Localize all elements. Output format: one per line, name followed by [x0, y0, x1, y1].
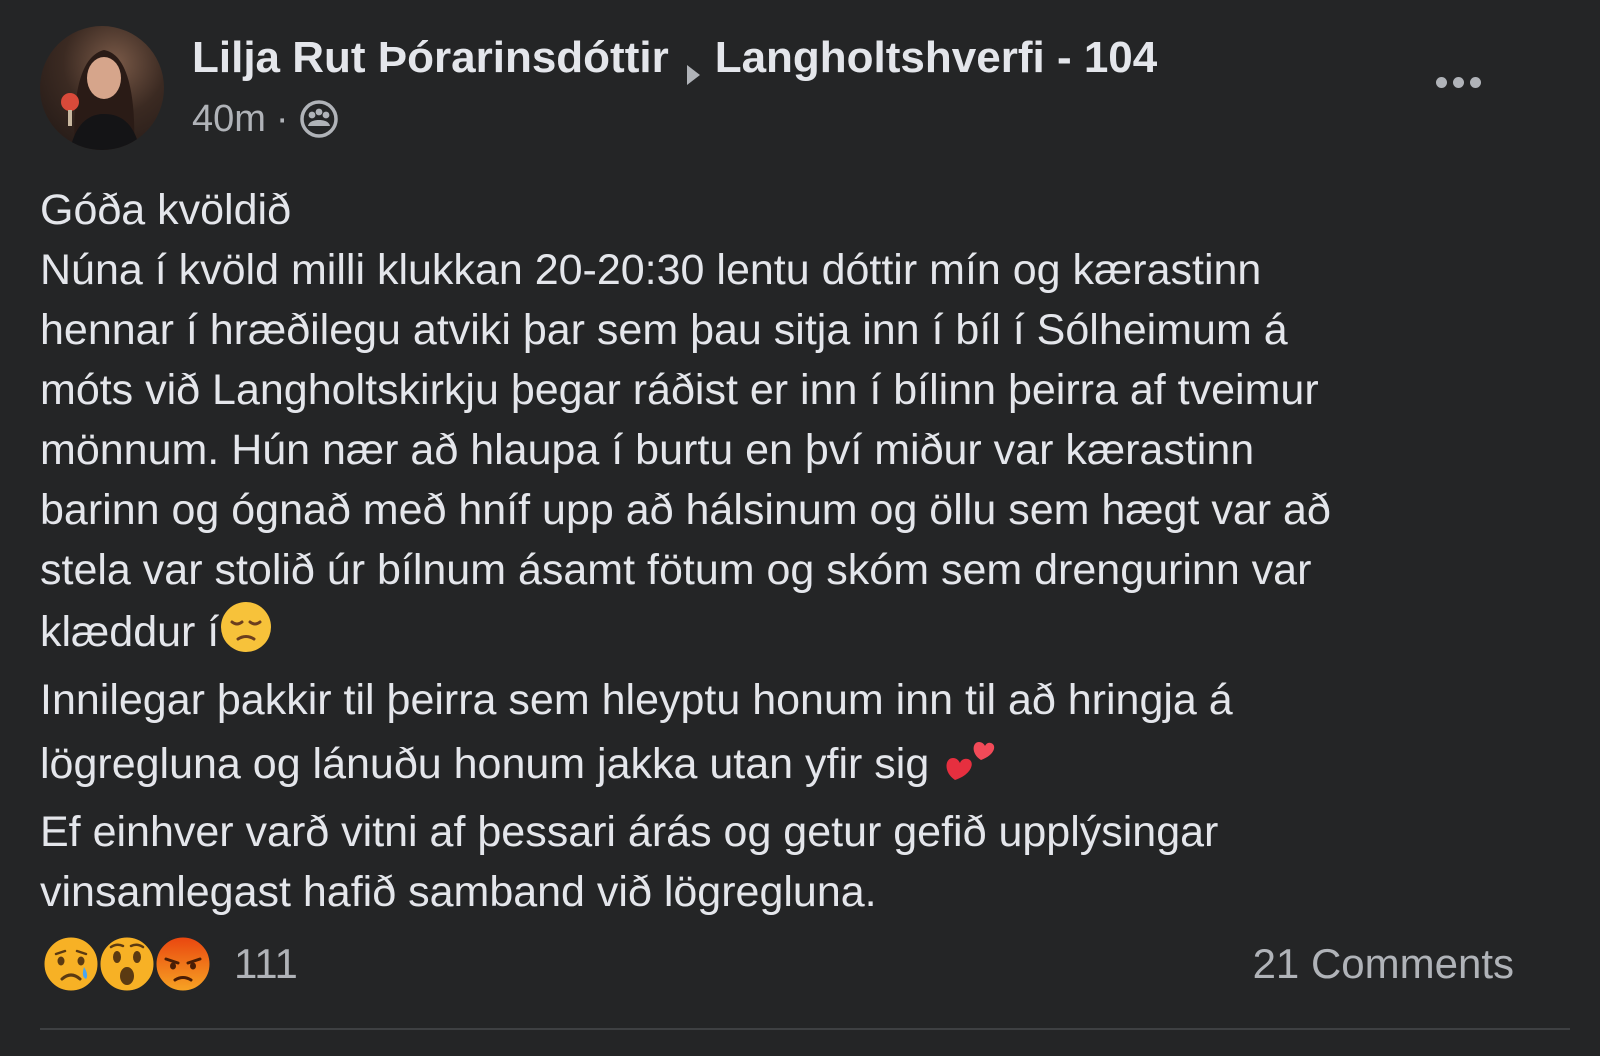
post-line-text: klæddur í — [40, 608, 220, 656]
author-avatar[interactable] — [40, 26, 164, 150]
group-name[interactable]: Langholtshverfi - 104 — [715, 33, 1158, 83]
angry-reaction-icon — [152, 933, 214, 995]
reactions-summary[interactable]: 111 — [40, 932, 298, 996]
reaction-count: 111 — [234, 940, 298, 987]
post-meta: 40m · — [192, 94, 339, 144]
wow-reaction-icon — [96, 933, 158, 995]
post-header: Lilja Rut Þórarinsdóttir Langholtshverfi… — [192, 30, 1157, 86]
post-line: Núna í kvöld milli klukkan 20-20:30 lent… — [40, 246, 1262, 294]
more-options-icon[interactable] — [1424, 62, 1492, 102]
post-line-with-emoji: klæddur í — [40, 600, 1570, 670]
post-line: Innilegar þakkir til þeirra sem hleyptu … — [40, 676, 1233, 724]
arrow-right-icon — [685, 47, 701, 85]
post-line-text: lögregluna og lánuðu honum jakka utan yf… — [40, 740, 942, 788]
pensive-face-emoji — [219, 600, 273, 670]
two-hearts-emoji — [941, 730, 997, 802]
post-timestamp[interactable]: 40m — [192, 98, 266, 141]
avatar-photo-icon — [61, 50, 140, 150]
meta-separator: · — [275, 97, 289, 140]
post-line: Ef einhver varð vitni af þessari árás og… — [40, 808, 1219, 856]
post-line: móts við Langholtskirkju þegar ráðist er… — [40, 366, 1319, 414]
post-card: Lilja Rut Þórarinsdóttir Langholtshverfi… — [0, 0, 1600, 1056]
post-line: mönnum. Hún nær að hlaupa í burtu en því… — [40, 426, 1255, 474]
sad-reaction-icon — [40, 933, 102, 995]
post-line: stela var stolið úr bílnum ásamt fötum o… — [40, 546, 1312, 594]
comments-count-link[interactable]: 21 Comments — [1253, 936, 1514, 992]
action-bar-divider — [40, 1028, 1570, 1030]
author-name[interactable]: Lilja Rut Þórarinsdóttir — [192, 33, 669, 83]
post-body: Góða kvöldið Núna í kvöld milli klukkan … — [40, 180, 1570, 922]
post-line: hennar í hræðilegu atviki þar sem þau si… — [40, 306, 1288, 354]
post-line: barinn og ógnað með hníf upp að hálsinum… — [40, 486, 1331, 534]
group-audience-icon[interactable] — [299, 99, 339, 139]
post-line: Góða kvöldið — [40, 186, 291, 234]
post-line: vinsamlegast hafið samband við lögreglun… — [40, 868, 877, 916]
post-line-with-emoji: lögregluna og lánuðu honum jakka utan yf… — [40, 730, 1570, 802]
